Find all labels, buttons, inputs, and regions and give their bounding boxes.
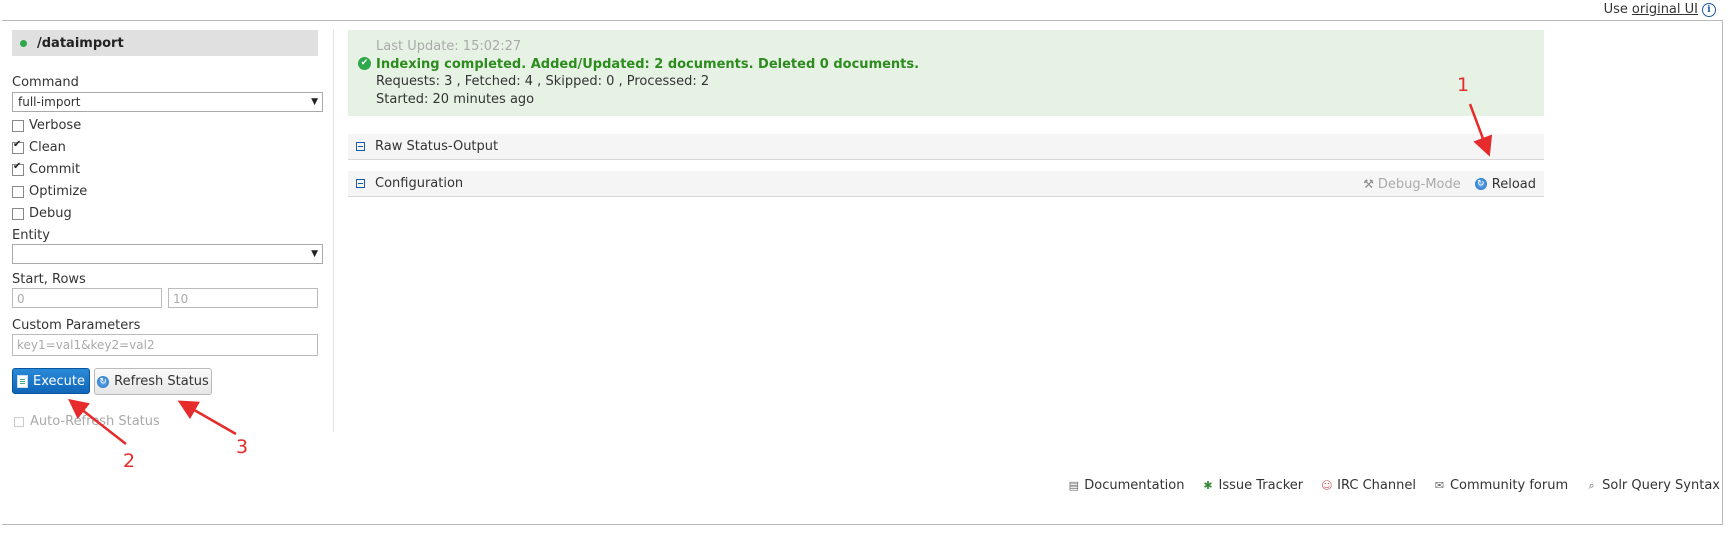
- debug-label: Debug: [29, 206, 72, 221]
- people-icon: ☺: [1321, 478, 1333, 492]
- refresh-icon: ↻: [97, 375, 110, 388]
- footer-links: ▤ Documentation ✱ Issue Tracker ☺ IRC Ch…: [1068, 478, 1720, 493]
- configuration-label: Configuration: [375, 176, 464, 191]
- auto-refresh-checkbox[interactable]: [14, 416, 24, 427]
- hammer-icon: ⚒: [1363, 177, 1374, 191]
- raw-status-section[interactable]: Raw Status-Output: [348, 134, 1544, 160]
- mail-icon: ✉: [1434, 478, 1445, 492]
- debug-mode-link[interactable]: ⚒ Debug-Mode: [1363, 177, 1461, 192]
- solr-query-syntax-label: Solr Query Syntax: [1602, 478, 1720, 493]
- custom-parameters-label: Custom Parameters: [12, 318, 141, 333]
- commit-label: Commit: [29, 162, 81, 177]
- start-input[interactable]: 0: [12, 288, 162, 308]
- last-update-text: Last Update: 15:02:27: [376, 39, 522, 54]
- dataimport-panel: /dataimport: [12, 30, 318, 56]
- annotation-label-1: 1: [1457, 74, 1470, 96]
- irc-channel-label: IRC Channel: [1337, 478, 1416, 493]
- collapse-icon[interactable]: [356, 142, 365, 151]
- issue-tracker-label: Issue Tracker: [1218, 478, 1304, 493]
- verbose-checkbox[interactable]: [12, 119, 24, 132]
- auto-refresh-row[interactable]: Auto-Refresh Status: [14, 414, 160, 429]
- query-icon: ⌕: [1588, 478, 1595, 492]
- command-select[interactable]: full-import ▼: [12, 92, 323, 112]
- verbose-checkbox-row[interactable]: Verbose: [12, 118, 81, 133]
- rows-input[interactable]: 10: [168, 288, 318, 308]
- annotation-label-3: 3: [236, 436, 249, 458]
- auto-refresh-label: Auto-Refresh Status: [30, 414, 160, 429]
- use-text: Use: [1603, 2, 1628, 17]
- refresh-status-button[interactable]: ↻ Refresh Status: [94, 368, 212, 395]
- configuration-actions: ⚒ Debug-Mode ↻ Reload: [1363, 171, 1536, 197]
- issue-tracker-link[interactable]: ✱ Issue Tracker: [1202, 478, 1303, 493]
- refresh-status-label: Refresh Status: [114, 374, 209, 389]
- irc-channel-link[interactable]: ☺ IRC Channel: [1321, 478, 1416, 493]
- started-text: Started: 20 minutes ago: [376, 91, 535, 107]
- commit-checkbox[interactable]: [12, 161, 24, 176]
- command-label: Command: [12, 75, 79, 90]
- entity-select[interactable]: ▼: [12, 244, 323, 264]
- core-header: /dataimport: [12, 30, 318, 56]
- collapse-icon[interactable]: [356, 179, 365, 188]
- success-check-icon: ✔: [358, 57, 371, 70]
- reload-link[interactable]: ↻ Reload: [1474, 176, 1536, 192]
- dropdown-arrow-icon: ▼: [311, 249, 318, 259]
- core-name: /dataimport: [37, 35, 124, 51]
- dropdown-arrow-icon: ▼: [311, 97, 318, 107]
- reload-icon: ↻: [1474, 178, 1487, 190]
- clean-checkbox-row[interactable]: Clean: [12, 139, 66, 155]
- optimize-label: Optimize: [29, 184, 88, 199]
- start-rows-label: Start, Rows: [12, 272, 86, 287]
- debug-checkbox-row[interactable]: Debug: [12, 206, 72, 221]
- bug-icon: ✱: [1203, 478, 1213, 492]
- entity-label: Entity: [12, 228, 50, 243]
- info-icon[interactable]: i: [1702, 2, 1716, 17]
- optimize-checkbox[interactable]: [12, 185, 24, 198]
- debug-mode-label: Debug-Mode: [1377, 176, 1461, 192]
- request-counts: Requests: 3 , Fetched: 4 , Skipped: 0 , …: [376, 74, 710, 89]
- execute-button[interactable]: Execute: [12, 368, 90, 394]
- document-icon: ▤: [1068, 478, 1079, 492]
- command-value: full-import: [18, 95, 81, 109]
- solr-query-syntax-link[interactable]: ⌕ Solr Query Syntax: [1586, 478, 1720, 493]
- column-divider: [333, 30, 334, 432]
- optimize-checkbox-row[interactable]: Optimize: [12, 184, 87, 199]
- community-forum-label: Community forum: [1449, 478, 1569, 493]
- community-forum-link[interactable]: ✉ Community forum: [1434, 478, 1568, 493]
- debug-checkbox[interactable]: [12, 207, 24, 220]
- execute-icon: [17, 374, 28, 388]
- configuration-section[interactable]: Configuration ⚒ Debug-Mode ↻ Reload: [348, 171, 1544, 197]
- raw-status-label: Raw Status-Output: [375, 139, 499, 154]
- status-dot-icon: [20, 39, 27, 47]
- reload-label: Reload: [1491, 176, 1536, 192]
- commit-checkbox-row[interactable]: Commit: [12, 161, 81, 177]
- documentation-label: Documentation: [1084, 478, 1185, 493]
- top-bar: Use original UI i: [1604, 2, 1716, 17]
- clean-label: Clean: [29, 140, 66, 155]
- indexing-message: Indexing completed. Added/Updated: 2 doc…: [376, 56, 920, 72]
- original-ui-link[interactable]: original UI: [1632, 2, 1698, 17]
- status-panel: ✔ Last Update: 15:02:27 Indexing complet…: [348, 30, 1544, 116]
- clean-checkbox[interactable]: [12, 139, 24, 154]
- custom-parameters-input[interactable]: key1=val1&key2=val2: [12, 334, 318, 356]
- documentation-link[interactable]: ▤ Documentation: [1068, 478, 1185, 493]
- verbose-label: Verbose: [29, 118, 82, 133]
- annotation-label-2: 2: [123, 450, 136, 472]
- execute-label: Execute: [33, 373, 85, 389]
